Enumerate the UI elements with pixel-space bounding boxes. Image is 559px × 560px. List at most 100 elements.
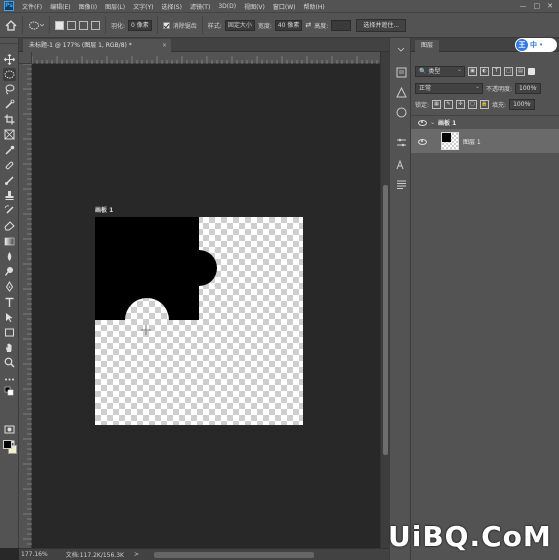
eraser-tool-icon[interactable] [3, 219, 16, 232]
clone-stamp-tool-icon[interactable] [3, 189, 16, 202]
opacity-input[interactable]: 100% [515, 82, 542, 94]
history-brush-tool-icon[interactable] [3, 204, 16, 217]
dodge-tool-icon[interactable] [3, 265, 16, 278]
crop-tool-icon[interactable] [3, 113, 16, 126]
paragraph-panel-icon[interactable] [395, 178, 407, 190]
menu-layer[interactable]: 图层(L) [101, 2, 129, 11]
eyedropper-tool-icon[interactable] [3, 144, 16, 157]
default-colors-icon[interactable] [3, 386, 16, 396]
color-panel-icon[interactable] [395, 106, 407, 118]
filter-kind-select[interactable]: 🔍 类型 [415, 65, 465, 77]
ime-indicator[interactable]: 王 中 • [515, 38, 557, 52]
group-visibility-eye-icon[interactable] [418, 119, 427, 126]
type-filter-icon[interactable]: T [492, 67, 501, 76]
canvas-area[interactable]: 画板 1 [32, 64, 380, 548]
zoom-level[interactable]: 177.16% [21, 551, 48, 558]
properties-panel-icon[interactable] [395, 86, 407, 98]
add-selection-icon[interactable] [67, 20, 76, 30]
antialias-checkbox[interactable] [162, 21, 170, 29]
smart-object-filter-icon[interactable]: ▤ [516, 67, 525, 76]
artboard-label[interactable]: 画板 1 [95, 205, 113, 214]
subtract-selection-icon[interactable] [79, 20, 88, 30]
blur-tool-icon[interactable] [3, 250, 16, 263]
feather-label: 羽化: [111, 22, 126, 30]
home-icon[interactable] [5, 19, 17, 31]
marquee-preset-icon[interactable] [28, 20, 44, 31]
status-arrow-icon[interactable]: > [134, 551, 139, 558]
photoshop-logo: Ps [4, 1, 14, 11]
horizontal-scrollbar[interactable] [154, 552, 314, 558]
type-tool-icon[interactable] [3, 296, 16, 309]
lock-all-icon[interactable]: 🔒 [480, 100, 490, 109]
layer-row-selected[interactable]: 图层 1 [411, 129, 559, 153]
frame-tool-icon[interactable] [3, 128, 16, 141]
path-select-tool-icon[interactable] [3, 311, 16, 324]
document-tab-title: 未标题-1 @ 177% (图层 1, RGB/8) * [29, 42, 132, 49]
move-tool-icon[interactable] [3, 53, 16, 66]
layer-thumbnail[interactable] [441, 132, 459, 150]
pen-tool-icon[interactable] [3, 280, 16, 293]
swap-dimensions-icon[interactable]: ⇄ [305, 21, 311, 29]
healing-brush-tool-icon[interactable] [3, 159, 16, 172]
character-panel-icon[interactable] [395, 158, 407, 170]
menu-file[interactable]: 文件(F) [18, 2, 46, 11]
tab-layers[interactable]: 图层 [415, 40, 440, 52]
vertical-scrollbar[interactable] [380, 52, 389, 548]
horizontal-ruler[interactable] [31, 52, 380, 64]
width-input[interactable]: 40 像素 [274, 19, 303, 31]
lock-pixels-icon[interactable]: ▦ [432, 100, 442, 109]
menu-select[interactable]: 选择(S) [157, 2, 186, 11]
select-and-mask-button[interactable]: 选择并遮住... [356, 18, 407, 32]
toolbar-handle[interactable] [0, 38, 18, 44]
lasso-tool-icon[interactable] [3, 83, 16, 96]
marquee-tool-icon[interactable] [3, 68, 16, 81]
group-expand-chevron-icon[interactable]: ⌄ [430, 119, 435, 126]
more-tools-icon[interactable] [3, 373, 16, 386]
layer-name[interactable]: 图层 1 [463, 137, 481, 146]
new-selection-icon[interactable] [55, 20, 64, 30]
layer-group-row[interactable]: ⌄ 画板 1 [411, 115, 559, 129]
rectangle-tool-icon[interactable] [3, 326, 16, 339]
menu-3d[interactable]: 3D(D) [214, 3, 240, 10]
intersect-selection-icon[interactable] [91, 20, 100, 30]
blend-mode-select[interactable]: 正常 [415, 82, 483, 94]
lock-paint-icon[interactable]: ✎ [444, 100, 454, 109]
pixel-filter-icon[interactable]: ▣ [468, 67, 477, 76]
vertical-scrollbar-thumb[interactable] [383, 185, 388, 455]
close-icon[interactable]: ✕ [547, 2, 553, 10]
artboard[interactable] [95, 217, 303, 425]
style-select[interactable]: 固定大小 [224, 19, 255, 31]
menu-type[interactable]: 文字(Y) [129, 2, 157, 11]
feather-input[interactable]: 0 像素 [128, 19, 152, 31]
height-input[interactable] [331, 19, 352, 31]
lock-position-icon[interactable]: ✣ [456, 100, 466, 109]
history-panel-icon[interactable] [395, 66, 407, 78]
gradient-tool-icon[interactable] [3, 235, 16, 248]
vertical-ruler[interactable] [19, 63, 32, 548]
brush-tool-icon[interactable] [3, 174, 16, 187]
layer-visibility-eye-icon[interactable] [418, 138, 427, 145]
menu-filter[interactable]: 滤镜(T) [186, 2, 214, 11]
fill-input[interactable]: 100% [509, 98, 536, 110]
maximize-icon[interactable]: □ [534, 2, 541, 10]
filter-toggle[interactable] [528, 68, 535, 75]
foreground-color-swatch[interactable] [3, 440, 12, 449]
quick-mask-icon[interactable] [3, 423, 16, 436]
adjustments-panel-icon[interactable] [395, 136, 407, 148]
quick-select-tool-icon[interactable] [3, 98, 16, 111]
close-tab-icon[interactable]: × [162, 39, 167, 52]
menu-help[interactable]: 帮助(H) [300, 2, 329, 11]
document-tab[interactable]: 未标题-1 @ 177% (图层 1, RGB/8) * × [23, 39, 171, 52]
shape-filter-icon[interactable]: □ [504, 67, 513, 76]
lock-artboard-icon[interactable]: ▢ [468, 100, 478, 109]
menu-window[interactable]: 窗口(W) [269, 2, 300, 11]
menu-image[interactable]: 图像(I) [75, 2, 101, 11]
zoom-tool-icon[interactable] [3, 356, 16, 369]
hand-tool-icon[interactable] [3, 341, 16, 354]
menu-edit[interactable]: 编辑(E) [46, 2, 74, 11]
menu-view[interactable]: 视图(V) [240, 2, 269, 11]
adjustment-filter-icon[interactable]: ◐ [480, 67, 489, 76]
minimize-icon[interactable]: — [520, 2, 527, 10]
artboard-group-name[interactable]: 画板 1 [438, 118, 456, 127]
panel-collapse-icon[interactable] [395, 44, 407, 56]
